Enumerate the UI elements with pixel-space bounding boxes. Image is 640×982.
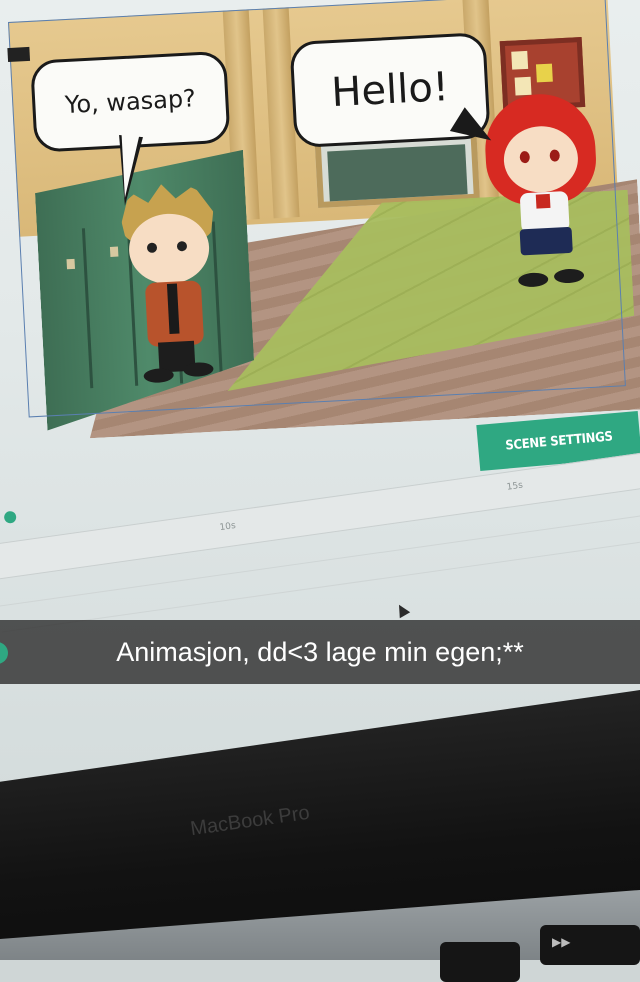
frame-handle[interactable] bbox=[7, 46, 31, 63]
mouse-cursor-icon bbox=[393, 601, 411, 619]
tick-label-10s: 10s bbox=[219, 520, 237, 534]
playhead-handle[interactable] bbox=[3, 510, 17, 524]
animation-scene-canvas[interactable]: Yo, wasap? Hello! bbox=[7, 0, 640, 421]
tick-label-15s: 15s bbox=[506, 480, 524, 493]
timeline-marker bbox=[0, 642, 8, 664]
snap-caption-bar: Animasjon, dd<3 lage min egen;** bbox=[0, 620, 640, 684]
keyboard-key bbox=[440, 942, 520, 982]
scene-selection-frame bbox=[8, 0, 626, 418]
snap-caption-text: Animasjon, dd<3 lage min egen;** bbox=[116, 636, 524, 667]
fast-forward-icon: ▶▶ bbox=[552, 935, 571, 949]
fast-forward-key: ▶▶ bbox=[540, 925, 640, 965]
